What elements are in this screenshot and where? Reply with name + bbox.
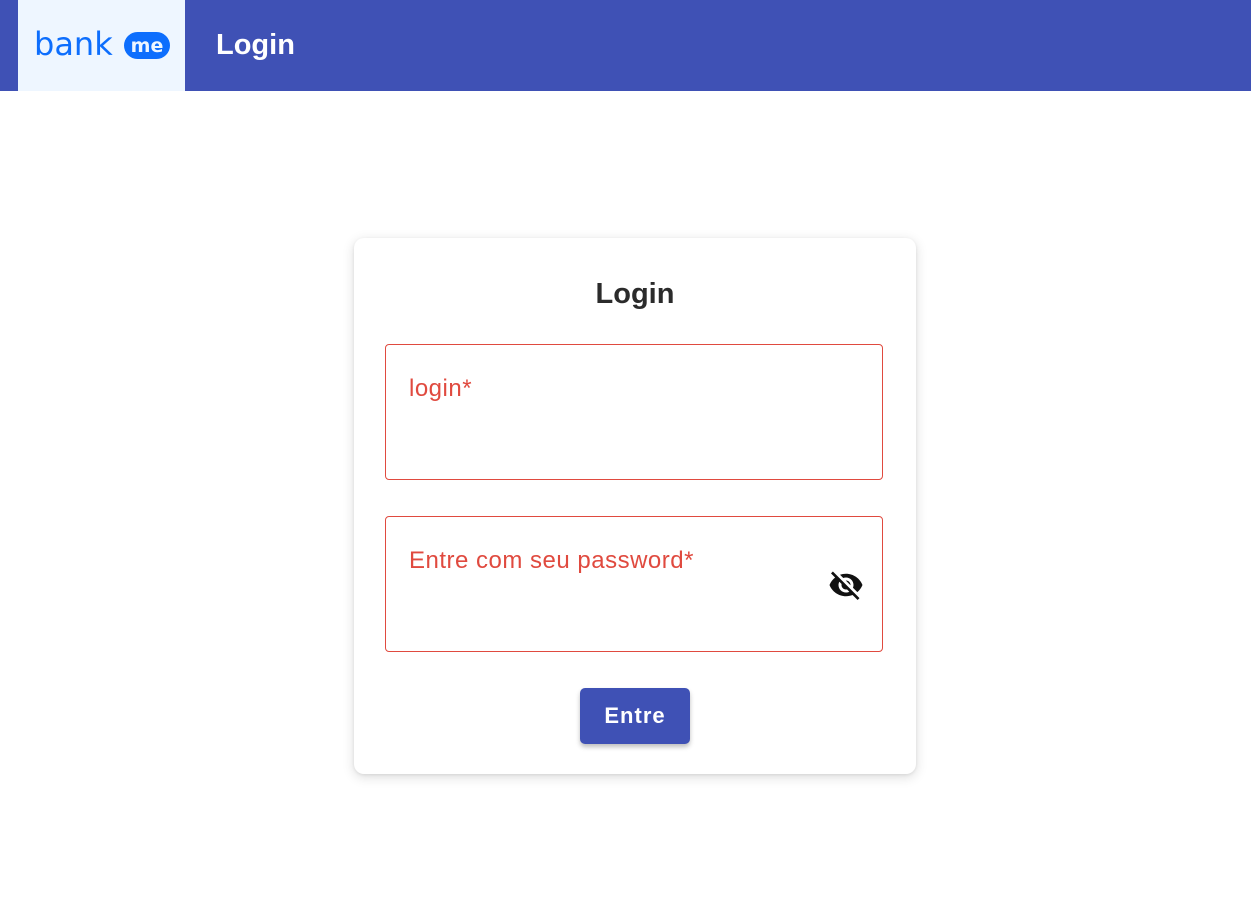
login-field-label: login* bbox=[409, 375, 473, 402]
svg-text:bank: bank bbox=[34, 27, 113, 61]
svg-text:me: me bbox=[131, 35, 164, 57]
submit-button[interactable]: Entre bbox=[580, 688, 690, 744]
login-input[interactable] bbox=[409, 417, 813, 453]
card-title: Login bbox=[595, 278, 675, 310]
logo[interactable]: bank me bbox=[18, 0, 185, 91]
password-field[interactable]: Entre com seu password* bbox=[385, 516, 883, 652]
eye-off-icon bbox=[829, 571, 863, 600]
bankme-logo-icon: bank me bbox=[34, 27, 170, 61]
login-card: Login login* Entre com seu password* Ent… bbox=[354, 238, 916, 774]
password-field-label: Entre com seu password* bbox=[409, 547, 694, 574]
toggle-password-visibility-button[interactable] bbox=[826, 565, 866, 605]
app-bar: bank me Login bbox=[0, 0, 1251, 91]
login-field[interactable]: login* bbox=[385, 344, 883, 480]
page-title: Login bbox=[216, 29, 295, 61]
password-input[interactable] bbox=[409, 589, 813, 625]
